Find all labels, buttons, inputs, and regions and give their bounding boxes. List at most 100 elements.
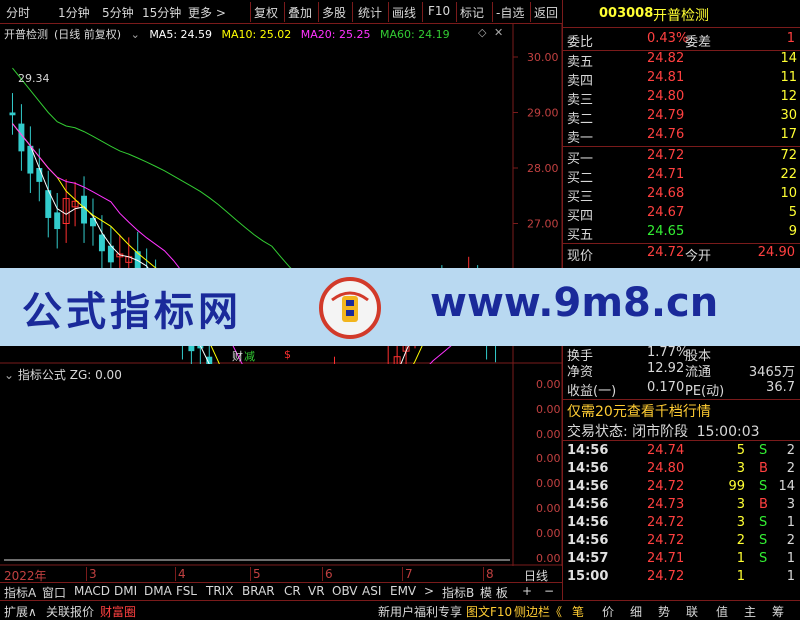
chevron-down-icon[interactable]: ⌄	[4, 368, 14, 382]
tab-main[interactable]: 主	[744, 603, 756, 620]
bid-label: 买三	[567, 190, 594, 205]
huaxian-button[interactable]: 画线	[392, 4, 416, 21]
open-price-value: 24.90	[757, 245, 795, 260]
indicator-name[interactable]: 指标公式	[18, 368, 66, 382]
tab-window[interactable]: 窗口	[42, 584, 66, 601]
tab-indicator-b[interactable]: 指标B	[442, 584, 474, 601]
back-button[interactable]: 返回	[534, 4, 558, 21]
bid-price: 24.68	[647, 186, 685, 201]
toolbar-more-button[interactable]: 更多 >	[188, 4, 226, 21]
add-window-button[interactable]: +	[522, 584, 532, 598]
f10-graphic-button[interactable]: 图文F10	[466, 603, 512, 620]
tick-side: S	[759, 515, 768, 530]
tongji-button[interactable]: 统计	[358, 4, 382, 21]
tick-count: 1	[786, 569, 795, 584]
tab-chips[interactable]: 筹	[772, 603, 784, 620]
toolbar-divider	[422, 2, 423, 22]
tab-price[interactable]: 价	[602, 603, 614, 620]
date-axis-label: 8	[483, 567, 494, 581]
tab-dma[interactable]: DMA	[144, 584, 172, 598]
tab-detail[interactable]: 细	[630, 603, 642, 620]
tab-asi[interactable]: ASI	[362, 584, 381, 598]
related-quote-button[interactable]: 关联报价	[46, 603, 94, 620]
top-toolbar: 分时 1分钟 5分钟 15分钟 更多 > 复权 叠加 多股 统计 画线 F10 …	[0, 0, 562, 24]
tick-count: 1	[786, 551, 795, 566]
bid-price: 24.72	[647, 148, 685, 163]
tick-side: S	[759, 479, 768, 494]
diejia-button[interactable]: 叠加	[288, 4, 312, 21]
tab-trend[interactable]: 势	[658, 603, 670, 620]
fuquan-button[interactable]: 复权	[254, 4, 278, 21]
ask-volume: 30	[780, 108, 797, 123]
tick-price: 24.73	[647, 497, 685, 512]
price-axis-label: 27.00	[527, 218, 559, 231]
candle-body	[98, 234, 105, 252]
remove-watchlist-button[interactable]: -自选	[496, 4, 524, 21]
date-axis-label: 6	[322, 567, 333, 581]
indicator-tab-bar: 指标A 窗口 MACD DMI DMA FSL TRIX BRAR CR VR …	[0, 582, 562, 600]
bid-price: 24.67	[647, 205, 685, 220]
tab-vr[interactable]: VR	[308, 584, 325, 598]
tabs-scroll-right-button[interactable]: >	[424, 584, 434, 598]
remove-window-button[interactable]: −	[544, 584, 554, 598]
tick-volume: 99	[728, 479, 745, 494]
biaoji-button[interactable]: 标记	[460, 4, 484, 21]
candle-body	[9, 112, 16, 116]
toolbar-tab-5min[interactable]: 5分钟	[102, 4, 134, 21]
net-asset-value: 12.92	[647, 361, 685, 376]
bid-row-5: 买五 24.65 9	[567, 224, 797, 244]
level2-promo-link[interactable]: 仅需20元查看千档行情	[567, 401, 711, 421]
tab-macd[interactable]: MACD	[74, 584, 110, 598]
toolbar-tab-1min[interactable]: 1分钟	[58, 4, 90, 21]
toolbar-tab-fenshi[interactable]: 分时	[6, 4, 30, 21]
f10-button[interactable]: F10	[428, 4, 450, 18]
tab-value[interactable]: 值	[716, 603, 728, 620]
weicha-value: 1	[786, 31, 795, 46]
sidebar-toggle-button[interactable]: 侧边栏《	[514, 603, 562, 620]
wealth-circle-button[interactable]: 财富圈	[100, 603, 136, 620]
template-button[interactable]: 模 板	[480, 584, 508, 601]
event-marker-s[interactable]: $	[284, 348, 291, 361]
close-icon[interactable]: ✕	[494, 26, 503, 39]
ask-volume: 12	[780, 89, 797, 104]
expand-button[interactable]: 扩展∧	[4, 603, 37, 620]
toolbar-divider	[250, 2, 251, 22]
divider	[563, 399, 800, 400]
duogu-button[interactable]: 多股	[322, 4, 346, 21]
indicator-chart[interactable]	[0, 364, 562, 566]
diamond-icon[interactable]: ◇	[478, 26, 486, 39]
tick-row: 14:56 24.74 5 S 2	[567, 443, 797, 463]
weicha-label: 委差	[685, 35, 712, 50]
tab-obv[interactable]: OBV	[332, 584, 358, 598]
tick-price: 24.72	[647, 515, 685, 530]
tick-volume: 1	[736, 569, 745, 584]
ask-price: 24.79	[647, 108, 685, 123]
tab-emv[interactable]: EMV	[390, 584, 416, 598]
reduce-holding-marker[interactable]: 减	[244, 348, 255, 364]
ask-row-2: 卖二 24.79 30	[567, 108, 797, 128]
toolbar-tab-15min[interactable]: 15分钟	[142, 4, 181, 21]
ask-price: 24.76	[647, 127, 685, 142]
stock-name: 开普检测	[653, 8, 709, 24]
tab-dmi[interactable]: DMI	[114, 584, 137, 598]
new-user-promo-link[interactable]: 新用户福利专享	[378, 603, 462, 620]
tab-brar[interactable]: BRAR	[242, 584, 275, 598]
tab-indicator-a[interactable]: 指标A	[4, 584, 36, 601]
bid-volume: 10	[780, 186, 797, 201]
bid-row-1: 买一 24.72 72	[567, 148, 797, 168]
tick-count: 14	[778, 479, 795, 494]
toolbar-divider	[388, 2, 389, 22]
financial-report-marker[interactable]: 财	[232, 348, 243, 364]
tab-cr[interactable]: CR	[284, 584, 301, 598]
tab-related[interactable]: 联	[686, 603, 698, 620]
bid-label: 买五	[567, 228, 594, 243]
ask-label: 卖四	[567, 74, 594, 89]
tab-trix[interactable]: TRIX	[206, 584, 233, 598]
net-asset-label: 净资	[567, 365, 594, 380]
chevron-down-icon[interactable]: ⌄	[131, 28, 140, 41]
stock-code: 003008	[599, 6, 654, 21]
trading-status-value: 闭市阶段	[632, 424, 689, 440]
tab-fsl[interactable]: FSL	[176, 584, 197, 598]
toolbar-divider	[456, 2, 457, 22]
tab-trades[interactable]: 笔	[572, 603, 584, 620]
